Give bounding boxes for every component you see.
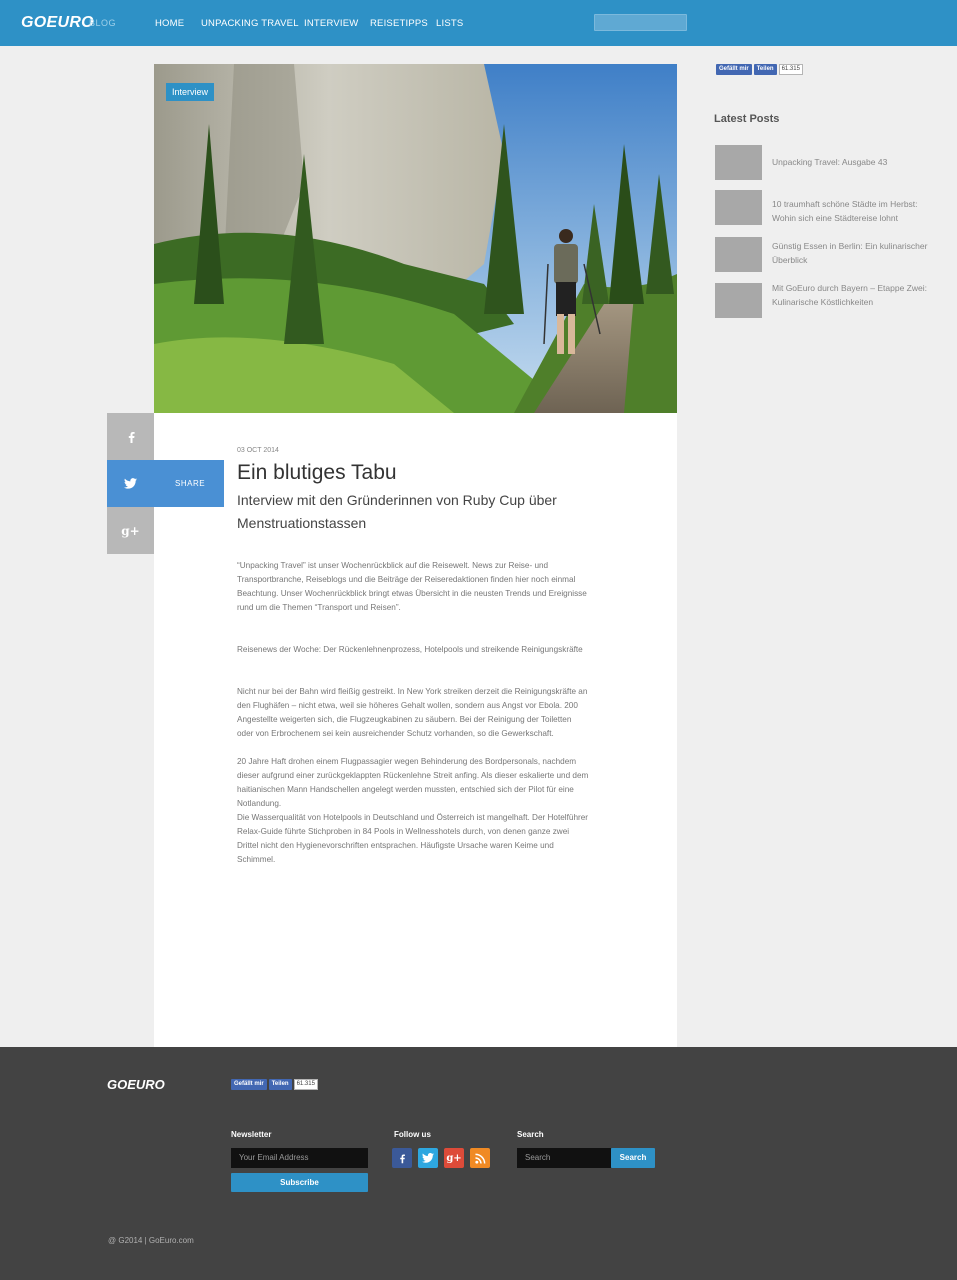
blog-label: BLOG xyxy=(89,18,117,28)
share-google-plus-button[interactable]: g+ xyxy=(107,507,154,554)
post-link[interactable]: 10 traumhaft schöne Städte im Herbst: Wo… xyxy=(772,197,937,225)
footer-facebook-link[interactable] xyxy=(392,1148,412,1168)
nav-lists[interactable]: LISTS xyxy=(436,18,463,29)
goeuro-logo[interactable]: GOEURO xyxy=(21,14,94,32)
article-title: Ein blutiges Tabu xyxy=(237,461,397,484)
post-link[interactable]: Unpacking Travel: Ausgabe 43 xyxy=(772,155,937,169)
facebook-icon xyxy=(400,1154,405,1163)
share-twitter-button[interactable]: SHARE xyxy=(107,460,224,507)
rss-icon xyxy=(474,1153,485,1164)
facebook-like-count: 61.315 xyxy=(778,64,803,75)
hero-image xyxy=(154,64,677,413)
facebook-like-widget: Gefällt mir Teilen 61.315 xyxy=(716,64,803,75)
newsletter-email-input[interactable]: Your Email Address xyxy=(231,1148,368,1168)
category-tag-interview[interactable]: Interview xyxy=(166,83,215,101)
intro-paragraph: “Unpacking Travel” ist unser Wochenrückb… xyxy=(237,561,587,612)
newsletter-heading: Newsletter xyxy=(231,1130,272,1139)
follow-us-heading: Follow us xyxy=(394,1130,431,1139)
twitter-icon xyxy=(422,1153,434,1163)
footer-logo[interactable]: GOEURO xyxy=(107,1077,165,1092)
top-navigation-bar: GOEURO BLOG HOME UNPACKING TRAVEL INTERV… xyxy=(0,0,957,46)
copyright: @ G2014 | GoEuro.com xyxy=(108,1236,194,1245)
header-search-input[interactable] xyxy=(594,14,687,31)
twitter-icon xyxy=(124,478,137,489)
google-plus-icon: g+ xyxy=(446,1152,462,1164)
footer-search-input[interactable]: Search xyxy=(517,1148,611,1168)
facebook-icon xyxy=(128,431,135,443)
nav-unpacking-travel[interactable]: UNPACKING TRAVEL xyxy=(201,18,299,29)
facebook-like-button[interactable]: Gefällt mir xyxy=(716,64,752,75)
post-thumbnail[interactable] xyxy=(715,190,762,225)
nav-home[interactable]: HOME xyxy=(155,18,184,29)
section-heading: Reisenews der Woche: Der Rückenlehnenpro… xyxy=(237,645,583,654)
footer-twitter-link[interactable] xyxy=(418,1148,438,1168)
article-date: 03 OCT 2014 xyxy=(237,447,279,454)
footer-rss-link[interactable] xyxy=(470,1148,490,1168)
footer-facebook-like-widget: Gefällt mir Teilen 61.315 xyxy=(231,1079,318,1090)
share-label: SHARE xyxy=(175,479,206,488)
google-plus-icon: g+ xyxy=(121,523,140,538)
nav-reisetipps[interactable]: REISETIPPS xyxy=(370,18,428,29)
article-subtitle: Interview mit den Gründerinnen von Ruby … xyxy=(237,492,557,531)
paragraph-strike: Nicht nur bei der Bahn wird fleißig gest… xyxy=(237,687,588,738)
footer-search-button[interactable]: Search xyxy=(611,1148,655,1168)
post-thumbnail[interactable] xyxy=(715,145,762,180)
facebook-share-button[interactable]: Teilen xyxy=(268,1079,292,1090)
facebook-like-button[interactable]: Gefällt mir xyxy=(231,1079,267,1090)
facebook-share-button[interactable]: Teilen xyxy=(753,64,777,75)
post-link[interactable]: Günstig Essen in Berlin: Ein kulinarisch… xyxy=(772,239,937,267)
latest-posts-heading: Latest Posts xyxy=(714,113,780,125)
post-link[interactable]: Mit GoEuro durch Bayern – Etappe Zwei: K… xyxy=(772,281,937,309)
search-heading: Search xyxy=(517,1130,544,1139)
post-thumbnail[interactable] xyxy=(715,237,762,272)
paragraph-pools: Die Wasserqualität von Hotelpools in Deu… xyxy=(237,813,589,864)
paragraph-passenger: 20 Jahre Haft drohen einem Flugpassagier… xyxy=(237,757,589,808)
post-thumbnail[interactable] xyxy=(715,283,762,318)
footer-google-plus-link[interactable]: g+ xyxy=(444,1148,464,1168)
facebook-like-count: 61.315 xyxy=(293,1079,318,1090)
nav-interview[interactable]: INTERVIEW xyxy=(304,18,358,29)
subscribe-button[interactable]: Subscribe xyxy=(231,1173,368,1192)
share-facebook-button[interactable] xyxy=(107,413,154,460)
